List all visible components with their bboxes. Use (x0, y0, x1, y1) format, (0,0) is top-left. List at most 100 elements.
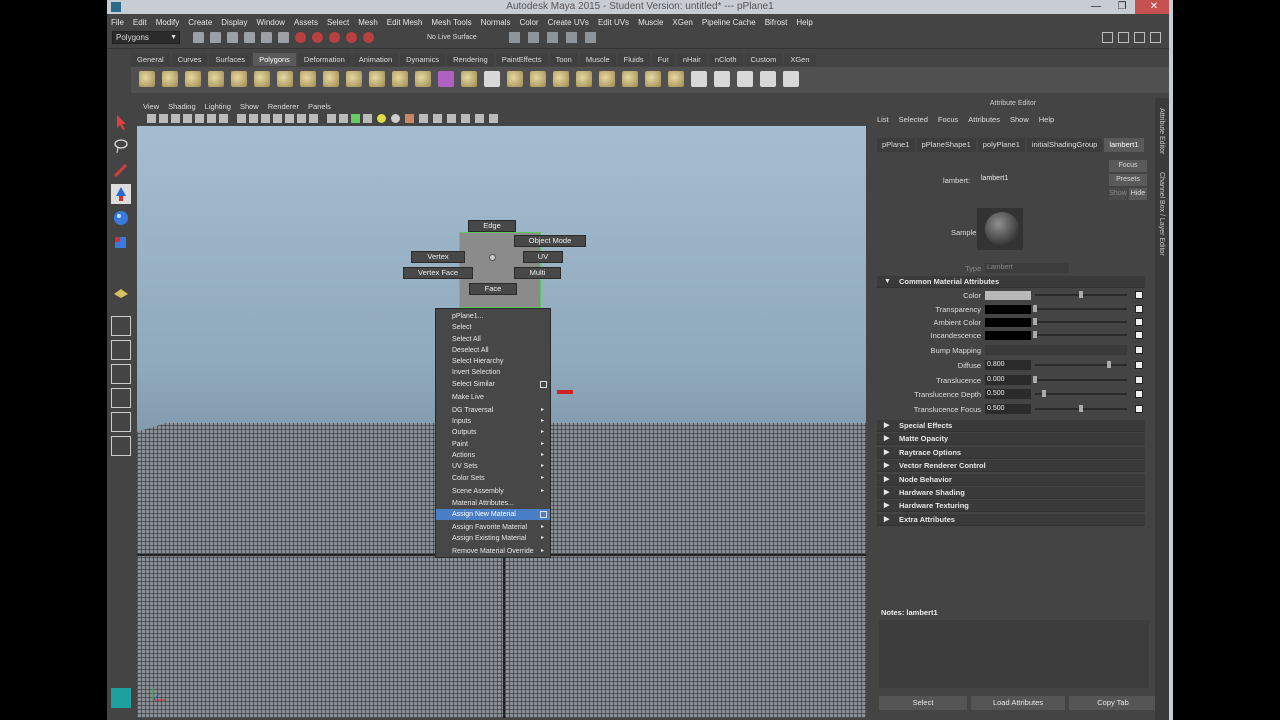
poly-sphere-icon[interactable] (139, 71, 155, 87)
fill-hole-icon[interactable] (553, 71, 569, 87)
depth-of-field-icon[interactable] (447, 114, 456, 123)
color-swatch[interactable] (985, 291, 1031, 300)
four-view-layout-icon[interactable] (111, 340, 131, 360)
select-hierarchy-icon[interactable] (244, 32, 255, 43)
shelf-tab-rendering[interactable]: Rendering (447, 53, 494, 66)
panel-menu-view[interactable]: View (143, 102, 159, 111)
hypershade-icon[interactable] (585, 32, 596, 43)
modeling-toolkit-icon[interactable] (1102, 32, 1113, 43)
menu-edit[interactable]: Edit (133, 18, 147, 27)
image-plane-icon[interactable] (183, 114, 192, 123)
shelf-tab-custom[interactable]: Custom (744, 53, 783, 66)
poly-cylinder-icon[interactable] (185, 71, 201, 87)
resolution-gate-icon[interactable] (219, 114, 228, 123)
use-all-lights-icon[interactable] (377, 114, 386, 123)
new-scene-icon[interactable] (193, 32, 204, 43)
film-gate-icon[interactable] (207, 114, 216, 123)
marking-menu-uv[interactable]: UV (523, 251, 563, 263)
poly-cone-icon[interactable] (208, 71, 224, 87)
modeling-toolkit-icon[interactable] (111, 688, 131, 708)
shelf-tab-curves[interactable]: Curves (171, 53, 208, 66)
type-dropdown[interactable]: Lambert (985, 263, 1069, 273)
gate-mask-icon[interactable] (237, 114, 246, 123)
menu-edit-uvs[interactable]: Edit UVs (598, 18, 629, 27)
menu-create-uvs[interactable]: Create UVs (548, 18, 589, 27)
slider-handle[interactable] (1033, 318, 1037, 325)
multi-cut-icon[interactable] (599, 71, 615, 87)
menu-create[interactable]: Create (188, 18, 212, 27)
poly-torus-icon[interactable] (254, 71, 270, 87)
context-menu-item[interactable]: Invert Selection (436, 367, 550, 378)
context-menu-item[interactable]: Material Attributes... (436, 498, 550, 509)
bevel-icon[interactable] (576, 71, 592, 87)
maximize-button[interactable]: ❐ (1109, 0, 1135, 14)
attr-menu-focus[interactable]: Focus (938, 115, 958, 124)
focus-button[interactable]: Focus (1109, 160, 1147, 172)
shadows-icon[interactable] (391, 114, 400, 123)
extrude-icon[interactable] (484, 71, 500, 87)
outliner-layout-icon[interactable] (111, 436, 131, 456)
menu-modify[interactable]: Modify (156, 18, 180, 27)
marking-menu-face[interactable]: Face (469, 283, 517, 295)
context-menu-item[interactable]: DG Traversal ▸ (436, 405, 550, 416)
shelf-tab-surfaces[interactable]: Surfaces (209, 53, 252, 66)
context-menu-item[interactable]: Actions ▸ (436, 450, 550, 461)
hide-button[interactable]: Hide (1129, 188, 1147, 200)
attr-slider[interactable] (1035, 364, 1127, 366)
append-polygon-icon[interactable] (530, 71, 546, 87)
select-tool-icon[interactable] (111, 112, 131, 132)
camera-attributes-icon[interactable] (159, 114, 168, 123)
poly-pipe-icon[interactable] (323, 71, 339, 87)
presets-button[interactable]: Presets (1109, 174, 1147, 186)
attr-menu-attributes[interactable]: Attributes (968, 115, 1000, 124)
snap-point-icon[interactable] (329, 32, 340, 43)
marking-menu-vertex-face[interactable]: Vertex Face (403, 267, 473, 279)
map-texture-icon[interactable] (1135, 346, 1143, 354)
field-chart-icon[interactable] (249, 114, 258, 123)
shelf-tab-animation[interactable]: Animation (352, 53, 399, 66)
context-menu-item[interactable]: pPlane1... (436, 311, 550, 322)
wireframe-on-shaded-icon[interactable] (327, 114, 336, 123)
poly-soccer-ball-icon[interactable] (369, 71, 385, 87)
context-menu-item[interactable]: Assign Favorite Material ▸ (436, 522, 550, 533)
rotate-tool-icon[interactable] (111, 208, 131, 228)
attr-tab-polyplane1[interactable]: polyPlane1 (977, 138, 1025, 152)
map-texture-icon[interactable] (1135, 376, 1143, 384)
mirror-icon[interactable] (645, 71, 661, 87)
map-texture-icon[interactable] (1135, 291, 1143, 299)
attr-value-field[interactable]: 0.000 (985, 375, 1031, 385)
section-raytrace-options[interactable]: ▶ Raytrace Options (877, 446, 1145, 459)
combine-icon[interactable] (392, 71, 408, 87)
section-vector-renderer-control[interactable]: ▶ Vector Renderer Control (877, 460, 1145, 473)
render-settings-icon[interactable] (566, 32, 577, 43)
attr-slider[interactable] (1035, 334, 1127, 336)
shelf-tab-toon[interactable]: Toon (549, 53, 578, 66)
slider-handle[interactable] (1033, 331, 1037, 338)
perspective-viewport[interactable]: Edge Object Mode Vertex UV Vertex Face M… (137, 126, 866, 718)
boolean-icon[interactable] (438, 71, 454, 87)
color-swatch[interactable] (985, 305, 1031, 314)
select-component-icon[interactable] (278, 32, 289, 43)
open-scene-icon[interactable] (210, 32, 221, 43)
render-icon[interactable] (528, 32, 539, 43)
menu-muscle[interactable]: Muscle (638, 18, 663, 27)
snap-curve-icon[interactable] (312, 32, 323, 43)
attr-value-field[interactable]: 0.800 (985, 360, 1031, 370)
manipulator-x-axis-icon[interactable] (557, 390, 573, 394)
menu-xgen[interactable]: XGen (672, 18, 692, 27)
channel-box-side-tab[interactable]: Channel Box / Layer Editor (1158, 172, 1165, 256)
ambient-occlusion-icon[interactable] (405, 114, 414, 123)
attr-menu-selected[interactable]: Selected (899, 115, 928, 124)
attr-tab-pplane1[interactable]: pPlane1 (877, 138, 915, 152)
poly-pyramid-icon[interactable] (300, 71, 316, 87)
separate-icon[interactable] (415, 71, 431, 87)
copy-tab-button[interactable]: Copy Tab (1069, 696, 1157, 710)
panel-menu-shading[interactable]: Shading (168, 102, 196, 111)
persp-outliner-layout-icon[interactable] (111, 364, 131, 384)
last-tool-icon[interactable] (111, 282, 131, 302)
attr-slider[interactable] (1035, 379, 1127, 381)
poly-helix-icon[interactable] (346, 71, 362, 87)
context-menu-item[interactable]: Assign Existing Material ▸ (436, 533, 550, 544)
menu-bifrost[interactable]: Bifrost (765, 18, 788, 27)
shelf-tab-dynamics[interactable]: Dynamics (400, 53, 446, 66)
